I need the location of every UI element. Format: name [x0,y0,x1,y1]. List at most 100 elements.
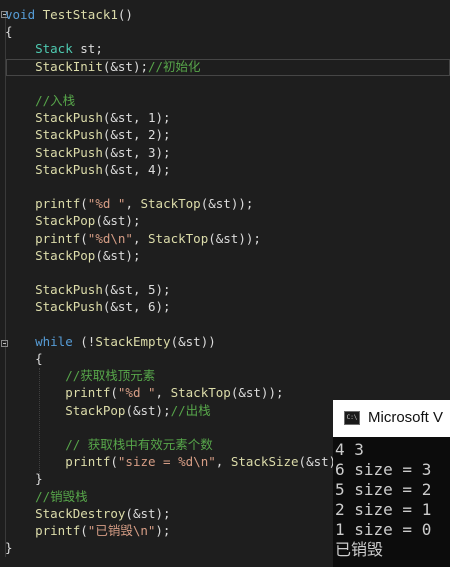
code-line[interactable]: StackPop(&st);//出栈 [5,402,210,420]
code-line[interactable]: StackPush(&st, 4); [5,161,171,179]
code-token: , [215,454,231,470]
code-token: StackPush [35,127,103,143]
code-token: StackSize [230,454,299,470]
code-token: ( [110,385,118,401]
code-line[interactable]: //获取栈顶元素 [5,367,155,385]
code-line[interactable]: void TestStack1() [5,6,133,24]
code-token: (&st, 5); [102,282,171,298]
code-line[interactable]: StackInit(&st);//初始化 [5,58,200,76]
code-token: (&st); [125,402,171,418]
code-token: ); [155,523,171,538]
code-token: //销毁栈 [35,488,88,504]
code-line[interactable]: //销毁栈 [5,488,88,506]
code-token: ( [80,230,88,246]
code-token: (! [72,333,96,349]
code-token: , [132,230,149,246]
code-token: StackPop [35,213,96,229]
code-token: (&st)); [208,230,261,246]
code-token: // 获取栈中有效元素个数 [65,437,213,452]
code-token: Stack [35,41,73,57]
code-token: (&st, 6); [102,299,171,315]
code-token: (&st, 4); [102,161,171,177]
code-token: st; [72,41,103,57]
code-line[interactable]: StackPop(&st); [5,212,140,230]
code-line[interactable]: StackPush(&st, 6); [5,298,171,316]
code-line[interactable]: while (!StackEmpty(&st)) [5,333,216,351]
code-token: } [5,471,43,487]
code-token: (&st); [95,213,141,229]
code-token: (&st); [125,505,171,521]
code-token: StackTop [140,196,201,212]
code-token: (&st, 3); [102,144,171,160]
code-token: "%d " [117,385,156,401]
code-line[interactable]: StackPush(&st, 1); [5,109,171,127]
code-line[interactable]: printf("size = %d\n", StackSize(&st)); [5,453,351,471]
code-token: , [125,196,141,212]
code-line[interactable]: printf("%d ", StackTop(&st)); [5,195,253,213]
code-token: StackPop [65,402,126,418]
code-token: StackDestroy [35,505,126,521]
code-line[interactable]: StackPush(&st, 2); [5,126,171,144]
code-line[interactable]: } [5,470,43,488]
code-line[interactable]: { [5,23,13,41]
code-token: { [5,24,13,40]
code-line[interactable]: StackPop(&st); [5,247,140,265]
code-token: "%d\n" [87,230,133,246]
code-line[interactable]: Stack st; [5,40,103,58]
code-token: () [117,7,133,22]
code-token: printf [35,523,81,538]
code-token: (&st, 2); [102,127,171,143]
code-line[interactable]: StackPush(&st, 5); [5,281,171,299]
console-window[interactable]: C:\ Microsoft V 4 3 6 size = 3 5 size = … [333,400,450,567]
code-line[interactable]: //入栈 [5,92,75,110]
code-line[interactable]: } [5,539,13,557]
code-token: "已销毁\n" [87,523,156,538]
code-line[interactable]: printf("%d\n", StackTop(&st)); [5,230,261,248]
code-token: "size = %d\n" [117,454,216,470]
code-token: StackPush [35,144,103,160]
code-token: (&st, 1); [102,110,171,126]
code-token: (&st)); [230,385,284,401]
code-line[interactable]: StackPush(&st, 3); [5,144,171,162]
code-line[interactable]: // 获取栈中有效元素个数 [5,436,213,454]
code-token: printf [35,196,81,212]
code-token: //入栈 [35,93,76,108]
code-token: (&st)); [200,196,254,212]
code-token: { [5,351,43,366]
code-token: StackPush [35,282,103,298]
code-token: printf [65,385,111,401]
code-line[interactable]: printf("已销毁\n"); [5,522,170,540]
code-token: StackPush [35,110,103,126]
console-app-icon: C:\ [344,411,360,425]
code-line[interactable]: { [5,350,43,368]
code-token: StackEmpty [95,333,171,349]
console-title: Microsoft V [368,409,444,426]
code-line[interactable]: printf("%d ", StackTop(&st)); [5,384,284,402]
code-token: ( [80,523,88,538]
code-token: , [155,385,171,401]
code-token: StackPush [35,299,103,315]
code-line[interactable]: StackDestroy(&st); [5,505,171,523]
code-token: //获取栈顶元素 [65,368,156,384]
console-titlebar[interactable]: C:\ Microsoft V [333,400,450,437]
code-token: StackPop [35,247,96,263]
